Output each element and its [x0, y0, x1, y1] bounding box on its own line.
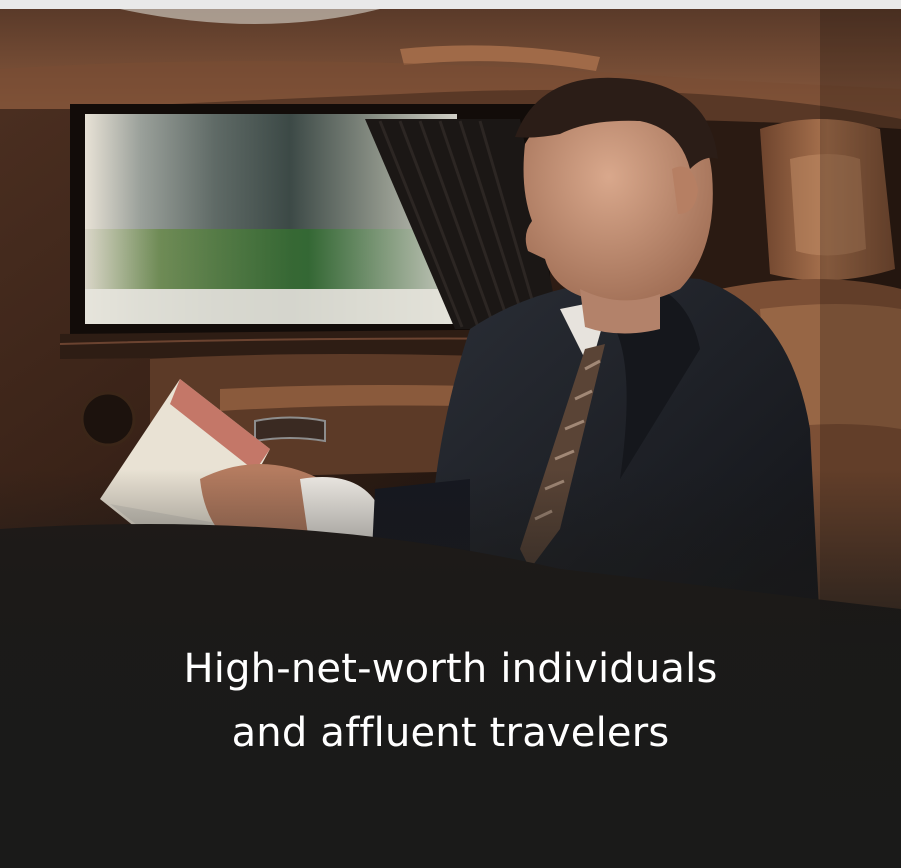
top-border	[0, 0, 901, 9]
hero-card: High-net-worth individuals and affluent …	[0, 0, 901, 868]
caption-line-1: High-net-worth individuals	[183, 646, 718, 692]
hero-caption: High-net-worth individuals and affluent …	[0, 637, 901, 765]
caption-line-2: and affluent travelers	[231, 710, 670, 756]
